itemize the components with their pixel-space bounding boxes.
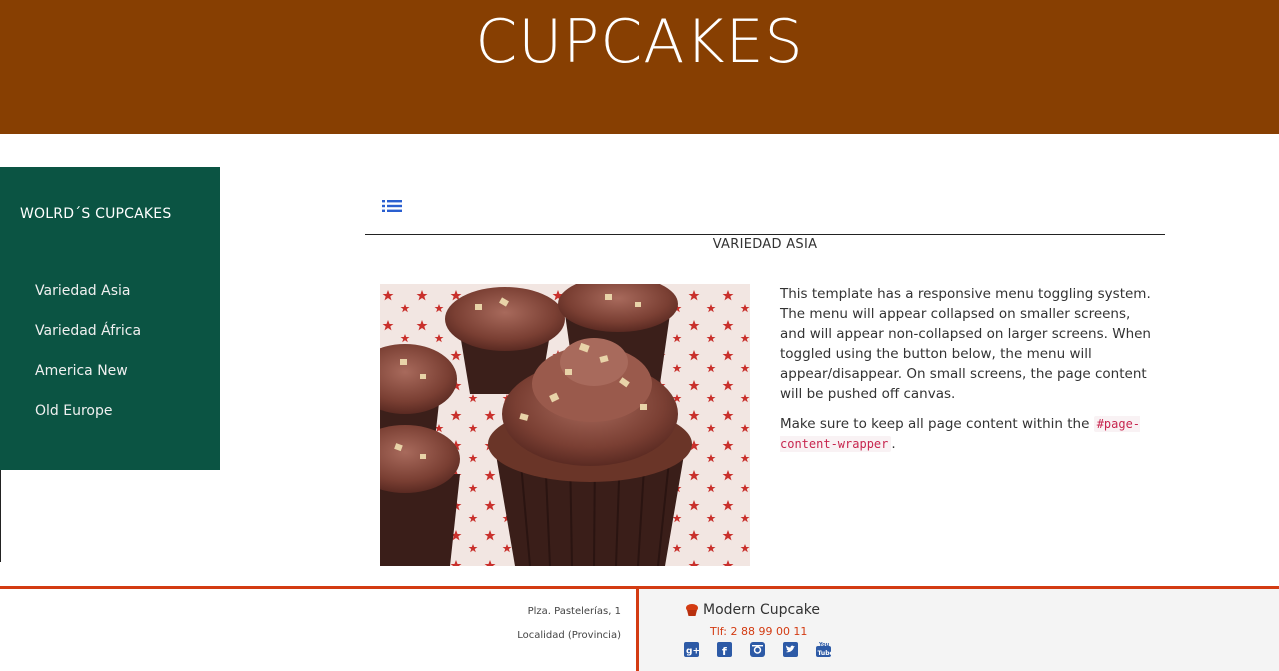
footer-brand-label: Modern Cupcake [703,602,821,618]
address-line-1: Plza. Pastelerías, 1 [527,606,621,617]
header-banner: CUPCAKES [0,0,1279,134]
svg-text:You: You [818,642,830,648]
address-line-2: Localidad (Provincia) [517,630,621,641]
wrapper-note-prefix: Make sure to keep all page content withi… [780,416,1094,432]
menu-toggle-button[interactable] [382,198,404,216]
page-title: CUPCAKES [475,7,804,77]
sidebar-item-america-new[interactable]: America New [35,363,128,379]
svg-text:f: f [722,645,727,657]
sidebar-item-variedad-asia[interactable]: Variedad Asia [35,283,130,299]
cupcake-photo [380,284,750,566]
svg-text:g+: g+ [686,647,699,657]
sidebar-item-variedad-africa[interactable]: Variedad África [35,323,141,339]
footer-brand: Modern Cupcake [685,602,820,618]
sidebar-brand[interactable]: WOLRD´S CUPCAKES [20,206,171,222]
sidebar-item-old-europe[interactable]: Old Europe [35,403,112,419]
list-icon [382,200,402,212]
instagram-icon[interactable] [750,642,766,658]
intro-paragraph: This template has a responsive menu togg… [780,286,1151,402]
wrapper-note-suffix: . [891,436,896,452]
google-plus-icon[interactable]: g+ [684,642,700,658]
sidebar: WOLRD´S CUPCAKES Variedad Asia Variedad … [0,167,220,470]
youtube-icon[interactable]: Tube You [816,642,834,658]
content-text: This template has a responsive menu togg… [780,284,1152,464]
twitter-icon[interactable] [783,642,799,658]
facebook-icon[interactable]: f [717,642,733,658]
svg-text:Tube: Tube [818,650,832,657]
content-divider [365,234,1165,235]
wrapper-note-paragraph: Make sure to keep all page content withi… [780,414,1152,454]
footer-phone: Tlf: 2 88 99 00 11 [710,625,808,638]
section-title: VARIEDAD ASIA [712,237,818,252]
cupcake-icon [686,604,698,616]
